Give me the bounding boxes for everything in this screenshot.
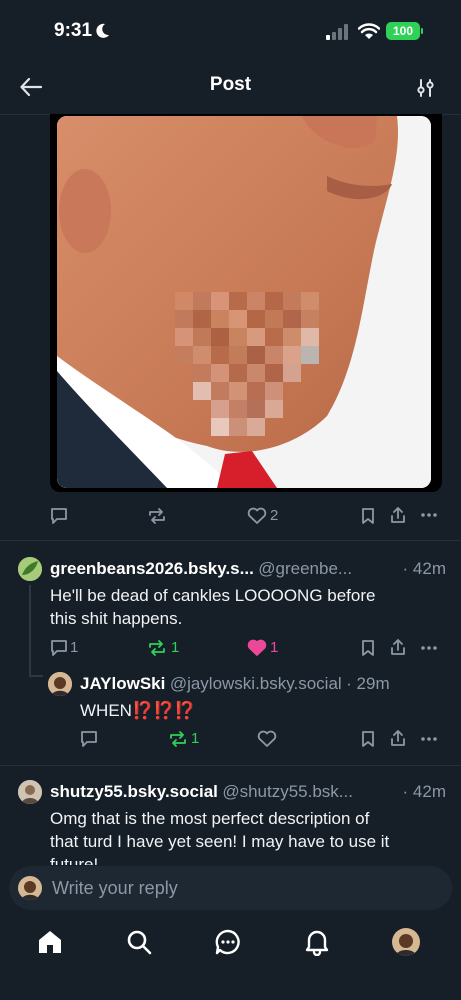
- chat-icon[interactable]: [215, 929, 241, 955]
- reply-count: 1: [70, 639, 79, 656]
- thread-line: [29, 585, 31, 677]
- post-image-illustration: [57, 116, 431, 488]
- bell-icon[interactable]: [304, 928, 330, 956]
- post-image[interactable]: [57, 116, 431, 488]
- bookmark-icon[interactable]: [360, 730, 376, 748]
- more-options-icon[interactable]: [420, 645, 438, 651]
- reply-icon[interactable]: [80, 730, 98, 748]
- status-time-group: 9:31: [54, 20, 110, 42]
- like-icon[interactable]: [257, 730, 277, 748]
- battery-cap: [421, 28, 423, 34]
- repost-count: 1: [191, 730, 200, 747]
- author-name[interactable]: shutzy55.bsky.social: [50, 782, 218, 801]
- thread-line-connector: [29, 675, 43, 677]
- greenbeans-avatar-image: [18, 557, 42, 581]
- author-handle[interactable]: @shutzy55.bsk...: [222, 782, 353, 801]
- more-options-icon[interactable]: [420, 512, 438, 518]
- moon-icon: [96, 23, 110, 38]
- avatar[interactable]: [18, 780, 42, 804]
- status-time: 9:31: [54, 20, 93, 41]
- reply-text-line: Omg that is the most perfect description…: [50, 809, 370, 828]
- bookmark-icon[interactable]: [360, 507, 376, 525]
- share-icon[interactable]: [389, 638, 407, 656]
- divider: [0, 540, 461, 541]
- avatar[interactable]: [18, 557, 42, 581]
- post-time: · 42m: [402, 782, 446, 801]
- author-name[interactable]: greenbeans2026.bsky.s...: [50, 559, 254, 578]
- my-avatar-image: [18, 876, 42, 900]
- author-handle[interactable]: @greenbe...: [258, 559, 352, 578]
- reply-icon[interactable]: [50, 507, 68, 525]
- sliders-icon[interactable]: [416, 78, 436, 98]
- home-icon[interactable]: [37, 929, 63, 955]
- like-icon[interactable]: [247, 639, 267, 657]
- repost-icon[interactable]: [168, 730, 188, 748]
- divider: [0, 765, 461, 766]
- signal-icon: [326, 24, 348, 40]
- page-title: Post: [209, 74, 252, 95]
- reply-text-line: this shit happens.: [50, 609, 183, 628]
- profile-avatar-image: [392, 928, 420, 956]
- author-name[interactable]: JAYlowSki: [80, 674, 165, 693]
- search-icon[interactable]: [126, 929, 152, 955]
- reply-text-line: He'll be dead of cankles LOOOONG before: [50, 586, 376, 605]
- reply-text-line: that turd I have yet seen! I may have to…: [50, 832, 390, 851]
- reply-header: greenbeans2026.bsky.s... @greenbe... · 4…: [50, 559, 450, 579]
- reply-icon[interactable]: [50, 639, 68, 657]
- wifi-icon: [358, 23, 380, 39]
- share-icon[interactable]: [389, 729, 407, 747]
- like-icon[interactable]: [247, 507, 267, 525]
- repost-icon[interactable]: [147, 507, 167, 525]
- like-count: 1: [270, 639, 279, 656]
- reply-input-placeholder[interactable]: Write your reply: [52, 878, 178, 899]
- like-count: 2: [270, 507, 279, 524]
- more-options-icon[interactable]: [420, 736, 438, 742]
- bottom-nav: [0, 910, 461, 1000]
- reply-text: Omg that is the most perfect description…: [50, 807, 450, 865]
- post-time: · 29m: [346, 674, 390, 693]
- profile-avatar[interactable]: [392, 928, 420, 956]
- reply-header: JAYlowSki @jaylowski.bsky.social · 29m: [80, 674, 450, 694]
- avatar[interactable]: [48, 672, 72, 696]
- reply-text: He'll be dead of cankles LOOOONG before …: [50, 584, 450, 630]
- bookmark-icon[interactable]: [360, 639, 376, 657]
- shutzy-avatar-image: [18, 780, 42, 804]
- share-icon[interactable]: [389, 506, 407, 524]
- author-handle[interactable]: @jaylowski.bsky.social: [170, 674, 342, 693]
- post-time: · 42m: [402, 559, 446, 578]
- jaylowski-avatar-image: [48, 672, 72, 696]
- reply-text: WHEN⁉️⁉️⁉️: [80, 701, 196, 720]
- avatar: [18, 876, 42, 900]
- repost-count: 1: [171, 639, 180, 656]
- repost-icon[interactable]: [147, 639, 167, 657]
- reply-header: shutzy55.bsky.social @shutzy55.bsk... · …: [50, 782, 450, 802]
- battery-indicator: 100: [386, 22, 420, 40]
- reply-text-line: future!: [50, 855, 99, 865]
